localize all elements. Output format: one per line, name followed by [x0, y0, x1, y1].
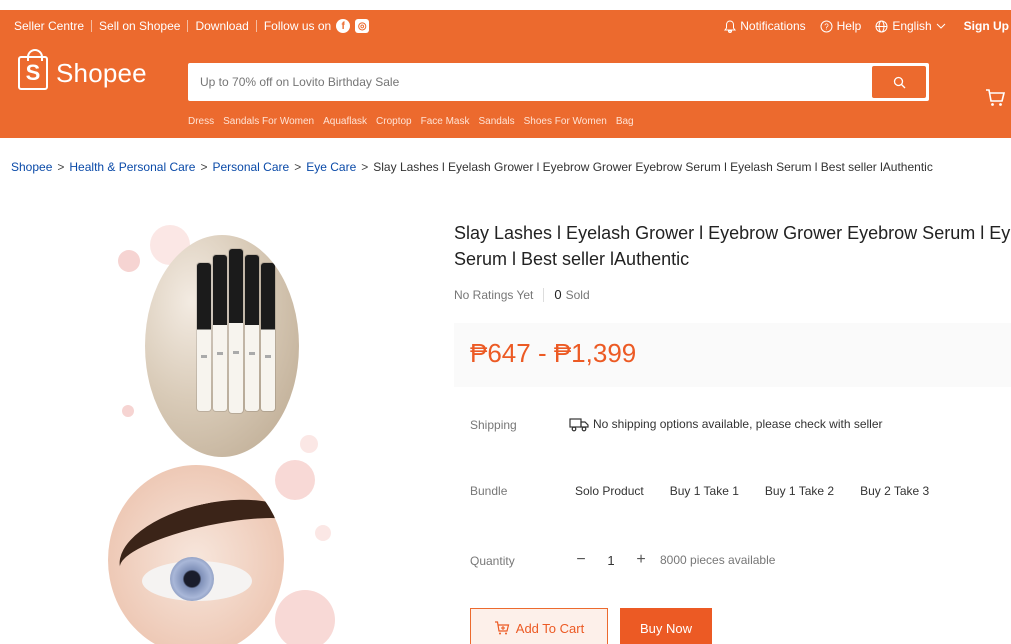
eyelashes: [110, 484, 284, 612]
keyword-link[interactable]: Aquaflask: [323, 116, 367, 127]
decorative-dot: [300, 435, 318, 453]
price-range: ₱647 - ₱1,399: [470, 338, 637, 368]
follow-us: Follow us on f ◎: [263, 19, 370, 33]
decorative-dot: [275, 460, 315, 500]
cart-icon: [986, 89, 1006, 106]
bundle-option-b1t2[interactable]: Buy 1 Take 2: [755, 476, 844, 506]
stock-available: 8000 pieces available: [660, 553, 776, 567]
top-navbar: Seller Centre Sell on Shopee Download Fo…: [0, 10, 1011, 44]
serum-bottle: [229, 249, 243, 413]
keyword-link[interactable]: Dress: [188, 116, 214, 127]
decorative-dot: [118, 250, 140, 272]
breadcrumb-separator: >: [294, 160, 302, 174]
follow-us-label: Follow us on: [263, 19, 332, 33]
serum-bottle: [245, 255, 259, 411]
breadcrumb-item[interactable]: Personal Care: [212, 160, 289, 174]
divider: [91, 20, 93, 32]
keyword-link[interactable]: Croptop: [376, 116, 412, 127]
shipping-info: No shipping options available, please ch…: [569, 416, 883, 432]
search-icon: [893, 76, 905, 88]
help-link[interactable]: ? Help: [820, 19, 862, 33]
serum-bottle: [261, 263, 275, 411]
serum-bottle: [213, 255, 227, 411]
breadcrumb-separator: >: [57, 160, 65, 174]
keyword-link[interactable]: Shoes For Women: [524, 116, 607, 127]
globe-icon: [875, 20, 888, 32]
divider: [255, 20, 257, 32]
product-title: Slay Lashes l Eyelash Grower l Eyebrow G…: [454, 220, 1011, 272]
breadcrumb-item[interactable]: Eye Care: [306, 160, 356, 174]
bundle-label: Bundle: [470, 484, 508, 498]
notifications-link[interactable]: Notifications: [724, 19, 806, 33]
search-input[interactable]: [188, 63, 871, 101]
notifications-label: Notifications: [740, 19, 806, 33]
sell-on-shopee-link[interactable]: Sell on Shopee: [99, 19, 180, 33]
shopping-bag-icon: S: [18, 49, 48, 90]
topbar-right: Notifications ? Help English Sign Up: [710, 19, 1009, 33]
search-button[interactable]: [872, 66, 926, 98]
bundle-option-b2t3[interactable]: Buy 2 Take 3: [850, 476, 939, 506]
price-section: ₱647 - ₱1,399: [454, 323, 1011, 387]
quantity-input[interactable]: [594, 546, 628, 574]
shopee-header: Seller Centre Sell on Shopee Download Fo…: [0, 10, 1011, 138]
bundle-option-solo[interactable]: Solo Product: [565, 476, 654, 506]
decorative-dot: [275, 590, 335, 644]
help-label: Help: [836, 19, 862, 33]
breadcrumb: Shopee > Health & Personal Care > Person…: [11, 160, 933, 174]
ratings-text: No Ratings Yet: [454, 287, 534, 302]
product-title-line: Slay Lashes l Eyelash Grower l Eyebrow G…: [454, 223, 1011, 243]
facebook-icon[interactable]: f: [336, 19, 351, 33]
add-to-cart-button[interactable]: Add To Cart: [470, 608, 608, 644]
quantity-decrease-button[interactable]: −: [568, 546, 594, 574]
product-image[interactable]: [100, 195, 460, 644]
eyelash-photo: [108, 465, 284, 644]
truck-icon: [569, 418, 589, 432]
add-to-cart-label: Add To Cart: [515, 620, 585, 636]
chevron-down-icon: [936, 23, 946, 29]
trending-keywords: Dress Sandals For Women Aquaflask Cropto…: [188, 116, 643, 127]
quantity-label: Quantity: [470, 554, 515, 568]
product-title-line: Serum l Best seller lAuthentic: [454, 249, 690, 269]
seller-centre-link[interactable]: Seller Centre: [14, 19, 84, 33]
quantity-stepper: − + 8000 pieces available: [568, 546, 775, 574]
language-selector[interactable]: English: [875, 19, 949, 33]
search-bar: [188, 63, 929, 101]
sign-up-link[interactable]: Sign Up: [964, 19, 1009, 33]
serum-bottles-photo: [145, 235, 299, 457]
svg-text:?: ?: [824, 22, 829, 31]
breadcrumb-item[interactable]: Shopee: [11, 160, 52, 174]
add-cart-icon: [494, 621, 510, 635]
divider: [187, 20, 189, 32]
bell-icon: [724, 19, 737, 33]
breadcrumb-separator: >: [200, 160, 208, 174]
keyword-link[interactable]: Sandals For Women: [223, 116, 314, 127]
brand-name: Shopee: [56, 57, 147, 88]
product-stats: No Ratings Yet 0 Sold: [454, 287, 590, 302]
keyword-link[interactable]: Bag: [616, 116, 634, 127]
breadcrumb-item[interactable]: Health & Personal Care: [69, 160, 195, 174]
instagram-icon[interactable]: ◎: [355, 19, 370, 33]
sold-label: Sold: [565, 287, 590, 302]
bundle-options: Solo Product Buy 1 Take 1 Buy 1 Take 2 B…: [565, 476, 945, 506]
quantity-increase-button[interactable]: +: [628, 546, 654, 574]
keyword-link[interactable]: Face Mask: [421, 116, 470, 127]
language-label: English: [892, 19, 932, 33]
shipping-label: Shipping: [470, 418, 517, 432]
decorative-dot: [315, 525, 331, 541]
decorative-dot: [122, 405, 134, 417]
buy-now-button[interactable]: Buy Now: [620, 608, 712, 644]
serum-bottle: [197, 263, 211, 411]
shipping-value: No shipping options available, please ch…: [593, 417, 883, 431]
download-link[interactable]: Download: [195, 19, 248, 33]
topbar-left: Seller Centre Sell on Shopee Download Fo…: [14, 19, 370, 33]
help-icon: ?: [820, 20, 833, 32]
keyword-link[interactable]: Sandals: [479, 116, 515, 127]
breadcrumb-current: Slay Lashes l Eyelash Grower l Eyebrow G…: [373, 160, 933, 174]
sold-count: 0: [554, 287, 562, 302]
divider: [543, 287, 545, 302]
cart-button[interactable]: [984, 86, 1006, 113]
bundle-option-b1t1[interactable]: Buy 1 Take 1: [660, 476, 749, 506]
breadcrumb-separator: >: [361, 160, 369, 174]
shopee-logo[interactable]: S Shopee: [18, 49, 147, 90]
